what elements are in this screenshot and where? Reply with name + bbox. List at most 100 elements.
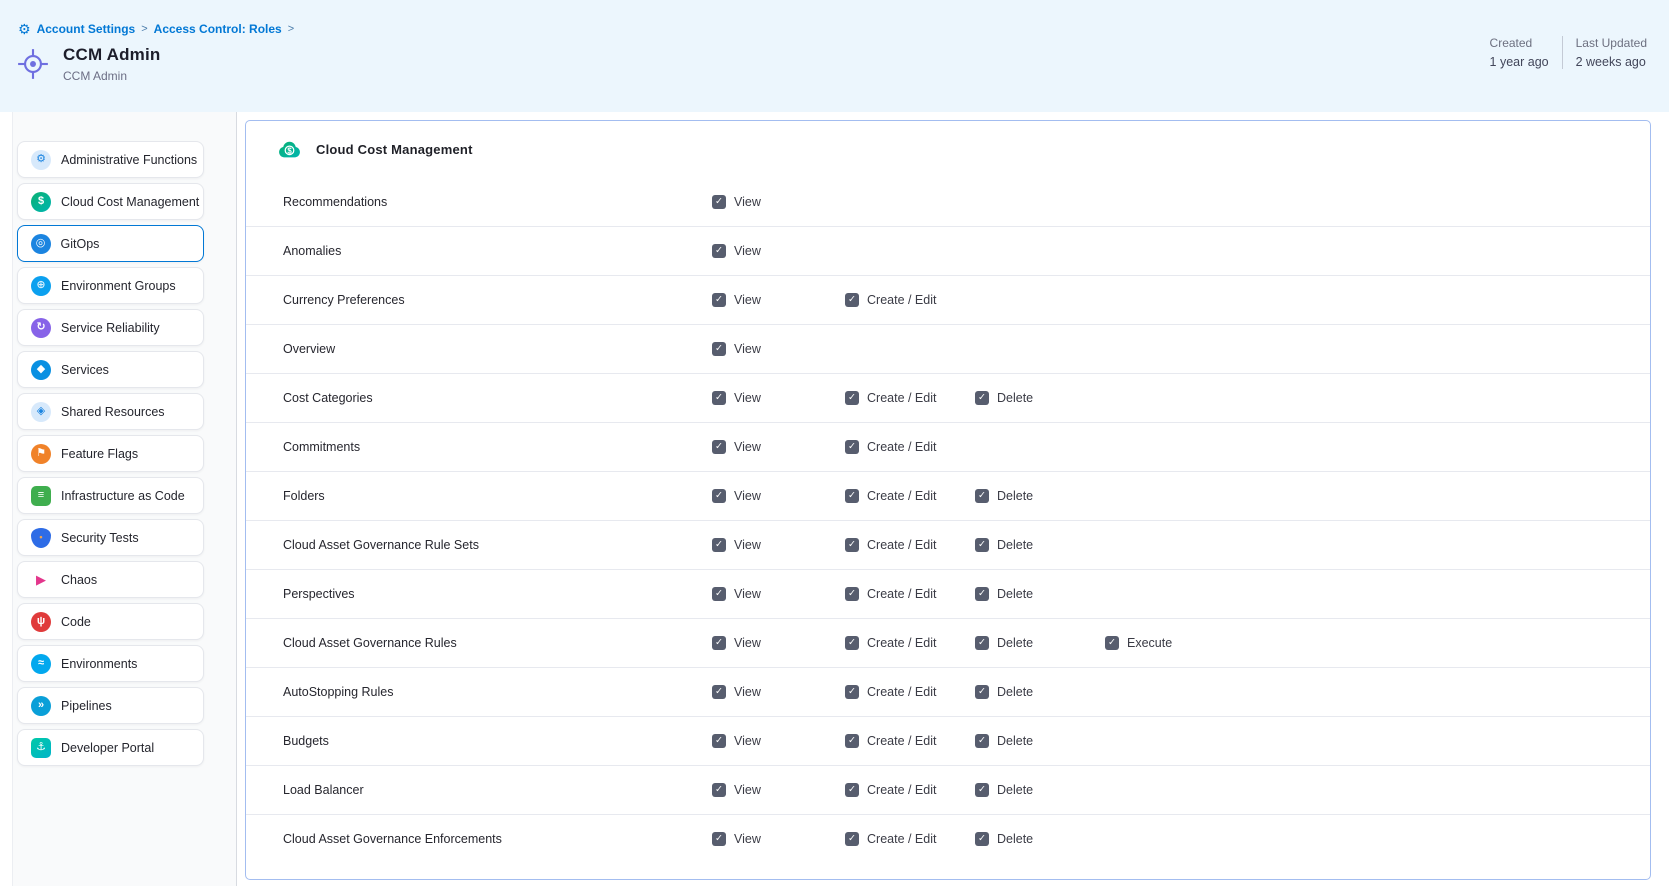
execute-checkbox[interactable]: ✓ bbox=[1105, 636, 1119, 650]
permission-label: View bbox=[734, 195, 761, 209]
delete-checkbox[interactable]: ✓ bbox=[975, 832, 989, 846]
sidebar-item-label: Security Tests bbox=[61, 531, 139, 545]
left-gutter bbox=[0, 112, 13, 886]
create-checkbox[interactable]: ✓ bbox=[845, 783, 859, 797]
sidebar-item-label: GitOps bbox=[61, 237, 100, 251]
permission-row: Recommendations✓View bbox=[246, 177, 1650, 226]
delete-checkbox[interactable]: ✓ bbox=[975, 489, 989, 503]
view-checkbox[interactable]: ✓ bbox=[712, 293, 726, 307]
view-permission-slot: ✓View bbox=[712, 734, 845, 748]
view-checkbox[interactable]: ✓ bbox=[712, 440, 726, 454]
view-checkbox[interactable]: ✓ bbox=[712, 244, 726, 258]
permission-label: Delete bbox=[997, 832, 1033, 846]
breadcrumb: ⚙ Account Settings > Access Control: Rol… bbox=[18, 22, 294, 36]
sidebar-item-code[interactable]: ψCode bbox=[17, 603, 204, 640]
sidebar-item-environment-groups[interactable]: ⊕Environment Groups bbox=[17, 267, 204, 304]
resource-name: Cloud Asset Governance Rule Sets bbox=[283, 538, 712, 552]
cloud-cost-management-icon: $ bbox=[277, 137, 302, 162]
delete-checkbox[interactable]: ✓ bbox=[975, 391, 989, 405]
delete-permission-slot: ✓Delete bbox=[975, 734, 1105, 748]
view-checkbox[interactable]: ✓ bbox=[712, 832, 726, 846]
create-checkbox[interactable]: ✓ bbox=[845, 636, 859, 650]
section-title: Cloud Cost Management bbox=[316, 142, 473, 157]
sidebar-item-infrastructure-as-code[interactable]: ≡Infrastructure as Code bbox=[17, 477, 204, 514]
permission-label: Create / Edit bbox=[867, 391, 936, 405]
create-checkbox[interactable]: ✓ bbox=[845, 587, 859, 601]
breadcrumb-separator: > bbox=[288, 23, 294, 35]
delete-checkbox[interactable]: ✓ bbox=[975, 734, 989, 748]
permission-label: Create / Edit bbox=[867, 832, 936, 846]
permission-label: Delete bbox=[997, 587, 1033, 601]
sidebar-item-chaos[interactable]: ▶ Chaos bbox=[17, 561, 204, 598]
view-checkbox[interactable]: ✓ bbox=[712, 685, 726, 699]
delete-checkbox[interactable]: ✓ bbox=[975, 538, 989, 552]
permission-label: Create / Edit bbox=[867, 489, 936, 503]
sidebar-item-label: Administrative Functions bbox=[61, 153, 197, 167]
page-subtitle: CCM Admin bbox=[63, 69, 161, 83]
chaos-icon: ▶ bbox=[31, 570, 51, 590]
create-checkbox[interactable]: ✓ bbox=[845, 440, 859, 454]
sidebar-item-developer-portal[interactable]: ⚓Developer Portal bbox=[17, 729, 204, 766]
permission-label: Execute bbox=[1127, 636, 1172, 650]
sidebar-item-gitops[interactable]: ◎GitOps bbox=[17, 225, 204, 262]
view-permission-slot: ✓View bbox=[712, 587, 845, 601]
permission-row: Folders✓View✓Create / Edit✓Delete bbox=[246, 471, 1650, 520]
delete-checkbox[interactable]: ✓ bbox=[975, 783, 989, 797]
delete-checkbox[interactable]: ✓ bbox=[975, 587, 989, 601]
breadcrumb-link-account-settings[interactable]: Account Settings bbox=[37, 22, 136, 36]
create-checkbox[interactable]: ✓ bbox=[845, 832, 859, 846]
delete-checkbox[interactable]: ✓ bbox=[975, 685, 989, 699]
view-checkbox[interactable]: ✓ bbox=[712, 489, 726, 503]
delete-permission-slot: ✓ Delete bbox=[975, 832, 1105, 846]
permission-row: Anomalies✓View bbox=[246, 226, 1650, 275]
sidebar-item-cloud-cost-management[interactable]: $ Cloud Cost Management bbox=[17, 183, 204, 220]
resource-name: Budgets bbox=[283, 734, 712, 748]
permission-label: Delete bbox=[997, 783, 1033, 797]
main-content: $ Cloud Cost Management Recommendations✓… bbox=[237, 112, 1669, 886]
permission-label: View bbox=[734, 538, 761, 552]
sidebar-item-label: Shared Resources bbox=[61, 405, 165, 419]
view-permission-slot: ✓View bbox=[712, 342, 845, 356]
view-checkbox[interactable]: ✓ bbox=[712, 783, 726, 797]
breadcrumb-link-access-control-roles[interactable]: Access Control: Roles bbox=[154, 22, 282, 36]
delete-checkbox[interactable]: ✓ bbox=[975, 636, 989, 650]
sidebar-item-environments[interactable]: ≈Environments bbox=[17, 645, 204, 682]
sidebar-item-pipelines[interactable]: »Pipelines bbox=[17, 687, 204, 724]
sidebar-item-label: Chaos bbox=[61, 573, 97, 587]
permission-row: AutoStopping Rules✓View✓Create / Edit✓De… bbox=[246, 667, 1650, 716]
view-permission-slot: ✓View bbox=[712, 244, 845, 258]
sidebar-item-feature-flags[interactable]: ⚑Feature Flags bbox=[17, 435, 204, 472]
view-checkbox[interactable]: ✓ bbox=[712, 734, 726, 748]
view-permission-slot: ✓ View bbox=[712, 195, 845, 209]
permission-label: Create / Edit bbox=[867, 734, 936, 748]
breadcrumb-separator: > bbox=[141, 23, 147, 35]
create-checkbox[interactable]: ✓ bbox=[845, 538, 859, 552]
view-checkbox[interactable]: ✓ bbox=[712, 587, 726, 601]
view-checkbox[interactable]: ✓ bbox=[712, 538, 726, 552]
create-checkbox[interactable]: ✓ bbox=[845, 489, 859, 503]
create-checkbox[interactable]: ✓ bbox=[845, 685, 859, 699]
sidebar-item-label: Service Reliability bbox=[61, 321, 160, 335]
environment-groups-icon: ⊕ bbox=[31, 276, 51, 296]
view-checkbox[interactable]: ✓ bbox=[712, 195, 726, 209]
view-checkbox[interactable]: ✓ bbox=[712, 636, 726, 650]
sidebar-item-administrative-functions[interactable]: ⚙Administrative Functions bbox=[17, 141, 204, 178]
permission-label: Create / Edit bbox=[867, 783, 936, 797]
sidebar-item-label: Feature Flags bbox=[61, 447, 138, 461]
cloud-cost-management-icon: $ bbox=[31, 192, 51, 212]
create-checkbox[interactable]: ✓ bbox=[845, 734, 859, 748]
view-checkbox[interactable]: ✓ bbox=[712, 391, 726, 405]
last-updated-value: 2 weeks ago bbox=[1576, 55, 1647, 69]
sidebar-item-shared-resources[interactable]: ◈Shared Resources bbox=[17, 393, 204, 430]
resource-name: Perspectives bbox=[283, 587, 712, 601]
create-checkbox[interactable]: ✓ bbox=[845, 293, 859, 307]
sidebar-item-service-reliability[interactable]: ↻Service Reliability bbox=[17, 309, 204, 346]
sidebar-item-security-tests[interactable]: •Security Tests bbox=[17, 519, 204, 556]
sidebar-item-label: Cloud Cost Management bbox=[61, 195, 199, 209]
resource-name: Cloud Asset Governance Enforcements bbox=[283, 832, 712, 846]
create-checkbox[interactable]: ✓ bbox=[845, 391, 859, 405]
view-checkbox[interactable]: ✓ bbox=[712, 342, 726, 356]
sidebar-item-services[interactable]: ◆Services bbox=[17, 351, 204, 388]
permission-label: View bbox=[734, 489, 761, 503]
created-label: Created bbox=[1490, 36, 1549, 50]
